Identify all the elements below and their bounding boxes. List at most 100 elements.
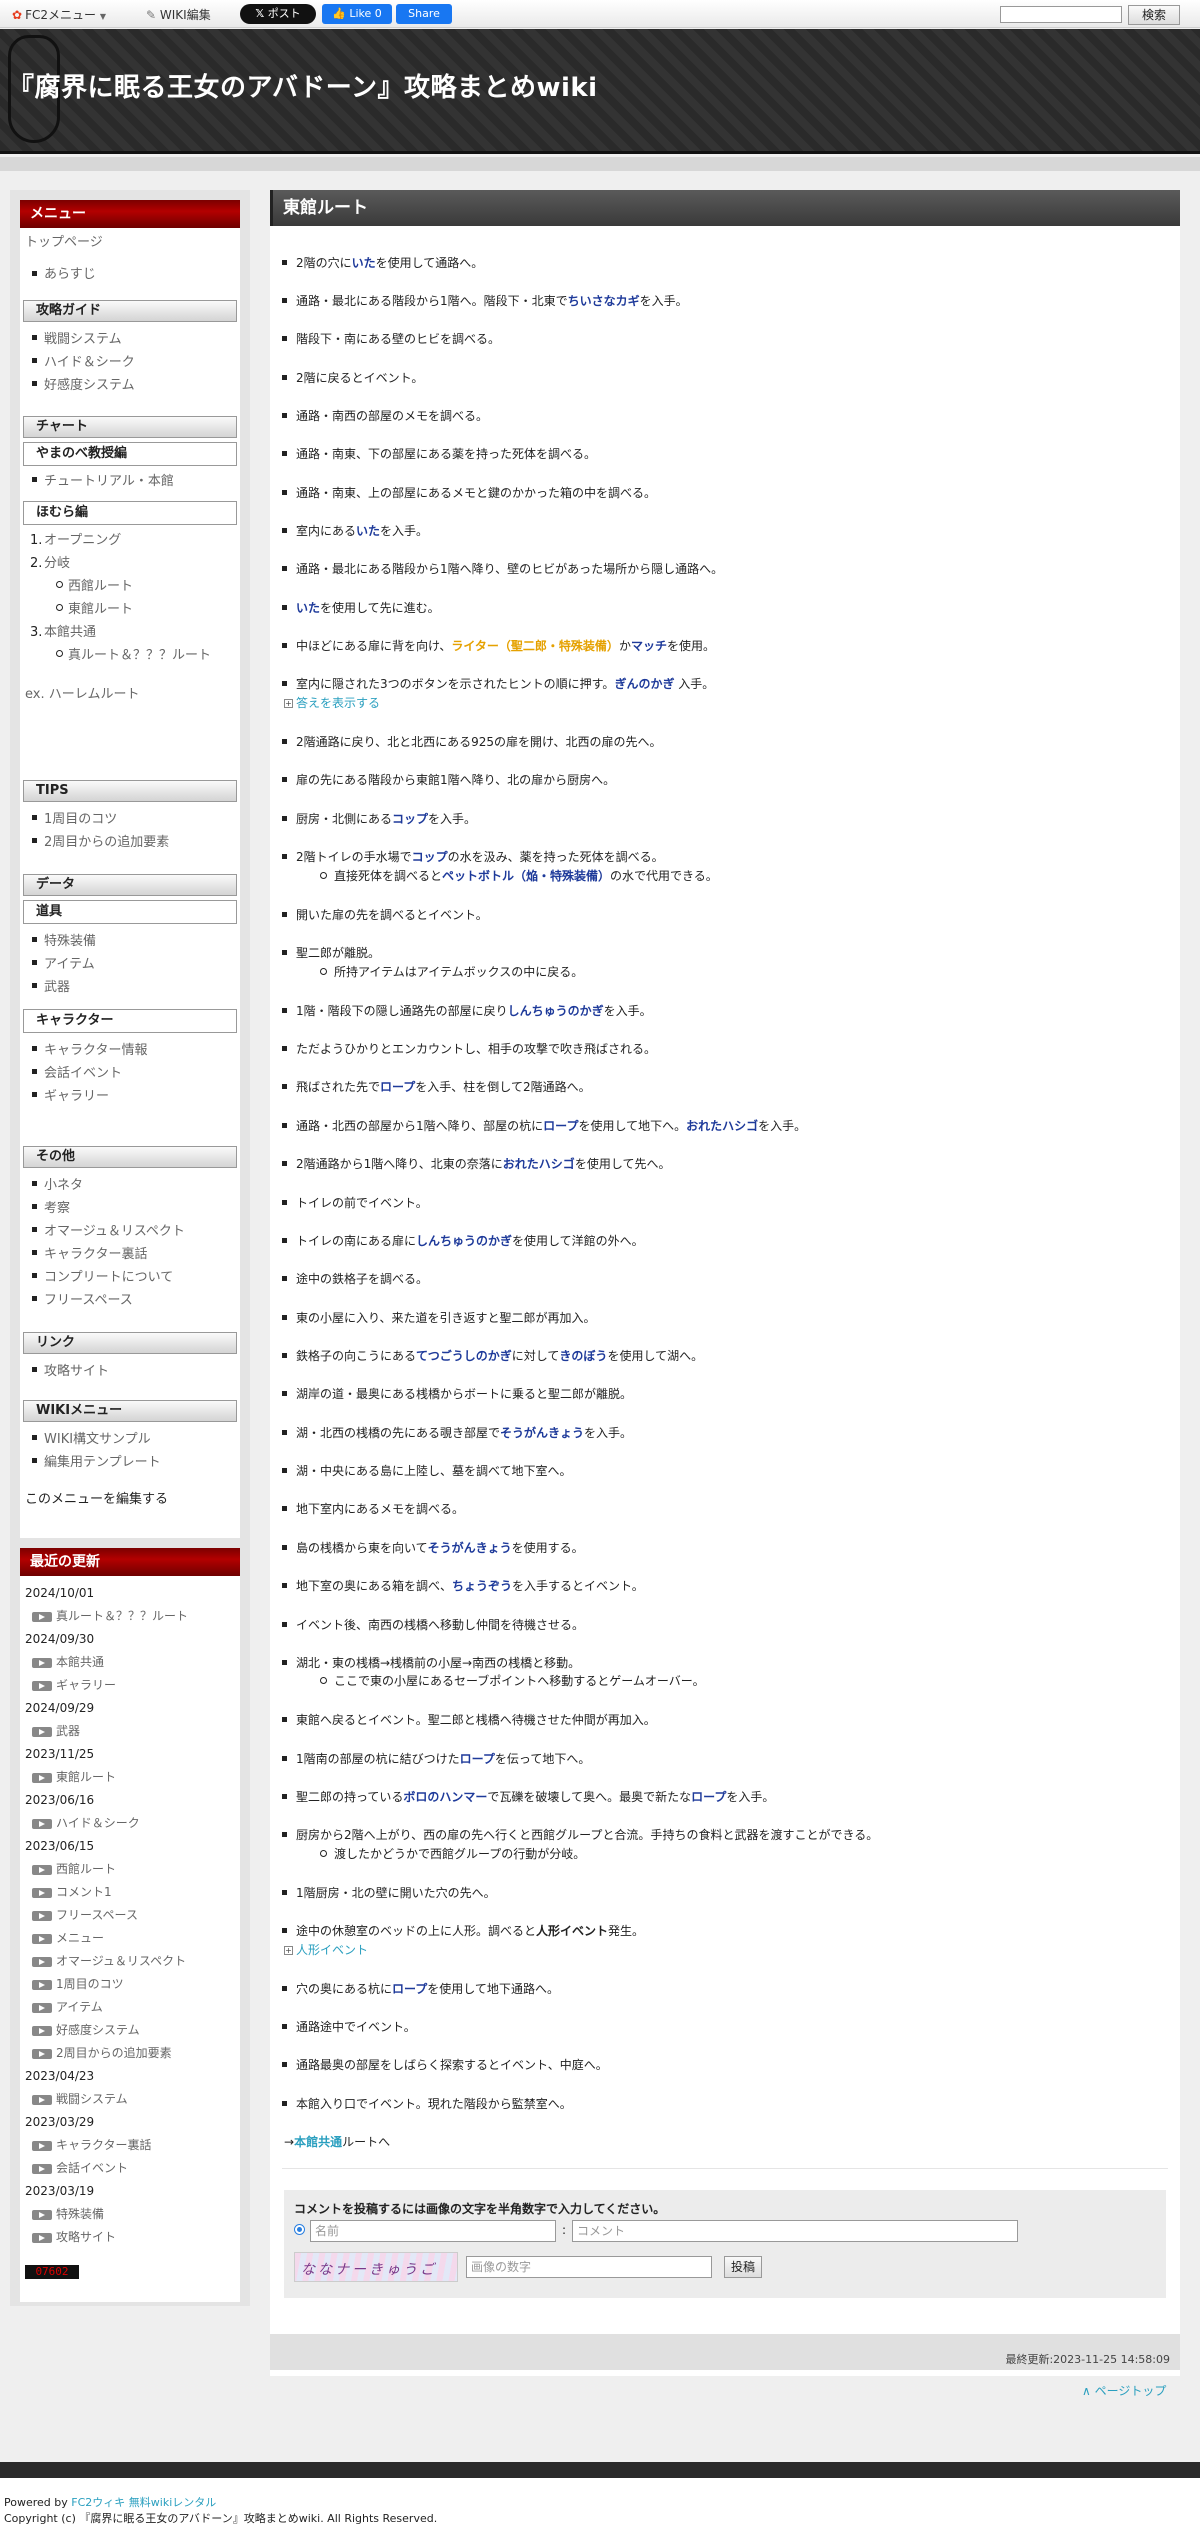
facebook-share-button[interactable]: Share xyxy=(396,4,452,24)
sidebar-item-harlem-route[interactable]: ex. ハーレムルート xyxy=(20,683,240,706)
update-item[interactable]: 2周目からの追加要素 xyxy=(20,2042,240,2065)
sidebar-item-analysis[interactable]: 考察 xyxy=(20,1197,240,1220)
sidebar-item-opening[interactable]: 1. オープニング xyxy=(20,529,240,552)
update-date: 2023/06/15 xyxy=(25,1839,95,1853)
sidebar-item-character-backstory[interactable]: キャラクター裏話 xyxy=(20,1243,240,1266)
sidebar-item-strategy-site[interactable]: 攻略サイト xyxy=(20,1360,240,1383)
sidebar-item-top-page[interactable]: トップページ xyxy=(20,232,240,254)
captcha-input[interactable]: 画像の数字 xyxy=(466,2256,712,2278)
list-item: 東館へ戻るとイベント。聖二郎と桟橋へ待機させた仲間が再加入。 xyxy=(282,1711,656,1728)
update-item[interactable]: 攻略サイト xyxy=(20,2226,240,2249)
update-item[interactable]: フリースペース xyxy=(20,1904,240,1927)
list-item: 途中の鉄格子を調べる。 xyxy=(282,1270,428,1287)
update-item[interactable]: ギャラリー xyxy=(20,1674,240,1697)
update-item-label: 本館共通 xyxy=(56,1655,105,1669)
update-item[interactable]: 好感度システム xyxy=(20,2019,240,2042)
update-item[interactable]: 1周目のコツ xyxy=(20,1973,240,1996)
recent-updates-title: 最近の更新 xyxy=(20,1548,240,1576)
menu-title: メニュー xyxy=(20,200,240,228)
sidebar-item-synopsis[interactable]: あらすじ xyxy=(20,264,240,286)
update-item[interactable]: 本館共通 xyxy=(20,1651,240,1674)
next-route-link[interactable]: 本館共通 xyxy=(294,2135,342,2149)
sidebar-item-battle-system[interactable]: 戦闘システム xyxy=(20,328,240,351)
sidebar-item-true-route[interactable]: 真ルート＆？？？ルート xyxy=(20,644,240,667)
step-text: 島の桟橋から東を向いてそうがんきょうを使用する。 xyxy=(296,1541,584,1555)
facebook-like-button[interactable]: 👍 Like 0 xyxy=(322,4,392,24)
update-item[interactable]: メニュー xyxy=(20,1927,240,1950)
update-item[interactable]: 西館ルート xyxy=(20,1858,240,1881)
sidebar-item-tutorial[interactable]: チュートリアル・本館 xyxy=(20,470,240,493)
sidebar-item-branch[interactable]: 2. 分岐 xyxy=(20,552,240,575)
fc2-menu[interactable]: ✿ FC2メニュー ▼ xyxy=(12,6,106,23)
list-item: 通路・南東、下の部屋にある薬を持った死体を調べる。 xyxy=(282,445,596,462)
comment-input[interactable]: コメント xyxy=(572,2220,1018,2242)
update-item-label: 2周目からの追加要素 xyxy=(56,2046,172,2060)
sidebar-item-trivia[interactable]: 小ネタ xyxy=(20,1174,240,1197)
doll-event-toggle[interactable]: + 人形イベント xyxy=(284,1941,368,1958)
sidebar-item-opening-label: オープニング xyxy=(44,533,122,548)
sidebar-item-homage[interactable]: オマージュ＆リスペクト xyxy=(20,1220,240,1243)
show-answer-toggle[interactable]: + 答えを表示する xyxy=(284,694,380,711)
step-text: 2階通路から1階へ降り、北東の奈落におれたハシゴを使用して先へ。 xyxy=(296,1157,671,1171)
page-top-link[interactable]: ∧ ページトップ xyxy=(1082,2382,1166,2399)
plus-icon: + xyxy=(284,1946,293,1955)
step-text: 室内にあるいたを入手。 xyxy=(296,524,429,538)
update-item[interactable]: コメント1 xyxy=(20,1881,240,1904)
update-item-label: コメント1 xyxy=(56,1885,112,1899)
sidebar-item-main-common-label: 本館共通 xyxy=(44,625,97,640)
step-text: 東館へ戻るとイベント。聖二郎と桟橋へ待機させた仲間が再加入。 xyxy=(296,1713,656,1727)
search-input[interactable] xyxy=(1000,6,1122,23)
sidebar-item-east-route[interactable]: 東館ルート xyxy=(20,598,240,621)
list-item: 室内にあるいたを入手。 xyxy=(282,522,428,539)
update-item-label: オマージュ＆リスペクト xyxy=(56,1954,187,1968)
step-text: 通路途中でイベント。 xyxy=(296,2020,416,2034)
update-date: 2024/10/01 xyxy=(25,1586,95,1600)
update-item[interactable]: キャラクター裏話 xyxy=(20,2134,240,2157)
play-icon xyxy=(32,2209,52,2220)
sidebar-item-first-run-tips[interactable]: 1周目のコツ xyxy=(20,808,240,831)
post-button[interactable]: 投稿 xyxy=(724,2256,762,2278)
name-input[interactable]: 名前 xyxy=(310,2220,556,2242)
sidebar-item-wiki-syntax[interactable]: WIKI構文サンプル xyxy=(20,1428,240,1451)
sidebar-item-main-common[interactable]: 3. 本館共通 xyxy=(20,621,240,644)
sidebar-item-character-info[interactable]: キャラクター情報 xyxy=(20,1039,240,1062)
play-icon xyxy=(32,1956,52,1967)
edit-menu-link[interactable]: このメニューを編集する xyxy=(20,1488,240,1511)
update-item-label: アイテム xyxy=(56,2000,103,2014)
update-item[interactable]: 特殊装備 xyxy=(20,2203,240,2226)
name-radio[interactable] xyxy=(294,2224,305,2235)
step-text: 穴の奥にある杭にロープを使用して地下通路へ。 xyxy=(296,1982,559,1996)
sidebar-item-free-space[interactable]: フリースペース xyxy=(20,1289,240,1312)
update-item[interactable]: オマージュ＆リスペクト xyxy=(20,1950,240,1973)
update-item[interactable]: 東館ルート xyxy=(20,1766,240,1789)
list-item: 東の小屋に入り、来た道を引き返すと聖二郎が再加入。 xyxy=(282,1309,596,1326)
wiki-edit-button[interactable]: ✎ WIKI編集 xyxy=(146,6,211,23)
sidebar-item-items[interactable]: アイテム xyxy=(20,953,240,976)
update-item[interactable]: 戦闘システム xyxy=(20,2088,240,2111)
sidebar-item-special-equipment[interactable]: 特殊装備 xyxy=(20,930,240,953)
sidebar-item-conversation-events[interactable]: 会話イベント xyxy=(20,1062,240,1085)
sidebar-item-completion[interactable]: コンプリートについて xyxy=(20,1266,240,1289)
sidebar-item-hide-and-seek[interactable]: ハイド＆シーク xyxy=(20,351,240,374)
section-guide: 攻略ガイド xyxy=(23,300,237,322)
sidebar-item-west-route[interactable]: 西館ルート xyxy=(20,575,240,598)
site-title[interactable]: 『腐界に眠る王女のアバドーン』攻略まとめwiki xyxy=(8,67,598,104)
search-button[interactable]: 検索 xyxy=(1128,5,1180,25)
list-item: 2階の穴にいたを使用して通路へ。 xyxy=(282,254,483,271)
sidebar-item-second-run-extras[interactable]: 2周目からの追加要素 xyxy=(20,831,240,854)
update-item[interactable]: アイテム xyxy=(20,1996,240,2019)
update-item[interactable]: 真ルート＆？？？ルート xyxy=(20,1605,240,1628)
update-item[interactable]: 武器 xyxy=(20,1720,240,1743)
play-icon xyxy=(32,1864,52,1875)
edit-icon: ✎ xyxy=(146,8,157,22)
sidebar-item-gallery[interactable]: ギャラリー xyxy=(20,1085,240,1108)
fc2-wiki-link[interactable]: FC2ウィキ 無料wikiレンタル xyxy=(71,2496,216,2509)
sidebar-item-affinity-system[interactable]: 好感度システム xyxy=(20,374,240,397)
sidebar-item-edit-template[interactable]: 編集用テンプレート xyxy=(20,1451,240,1474)
sidebar-item-weapons[interactable]: 武器 xyxy=(20,976,240,999)
update-item[interactable]: 会話イベント xyxy=(20,2157,240,2180)
play-icon xyxy=(32,2232,52,2243)
x-post-button[interactable]: 𝕏 ポスト xyxy=(240,4,316,24)
list-item: 開いた扉の先を調べるとイベント。 xyxy=(282,906,488,923)
update-item[interactable]: ハイド＆シーク xyxy=(20,1812,240,1835)
